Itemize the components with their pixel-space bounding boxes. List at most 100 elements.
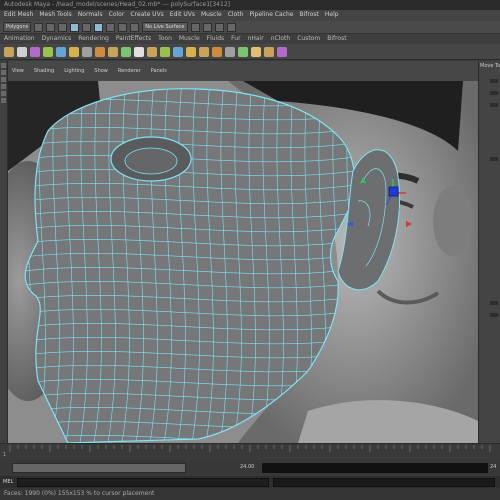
shelf-tool-icon[interactable]: [17, 46, 27, 57]
menu-item-color[interactable]: Color: [109, 11, 125, 20]
shelf-tab-rendering[interactable]: Rendering: [78, 35, 109, 43]
help-line: Faces: 1990 (0%) 155x153 % to cursor pla…: [0, 488, 500, 500]
shelf-tab-nhair[interactable]: nHair: [248, 35, 264, 43]
shelf-tool-icon[interactable]: [56, 46, 66, 57]
shelf-tool-icon[interactable]: [4, 46, 14, 57]
menu-item-edit-mesh[interactable]: Edit Mesh: [4, 11, 33, 20]
menu-set-dropdown[interactable]: Polygons: [3, 22, 32, 32]
lasso-tool-icon[interactable]: [1, 70, 6, 75]
select-by-hierarchy-icon[interactable]: [70, 22, 80, 32]
range-end-field[interactable]: 24.00: [240, 464, 254, 470]
new-scene-icon[interactable]: [34, 22, 44, 32]
channel-field[interactable]: [490, 79, 498, 83]
channel-field[interactable]: [490, 91, 498, 95]
command-line: MEL: [0, 476, 500, 488]
command-input[interactable]: [17, 477, 270, 487]
move-tool-icon[interactable]: [1, 84, 6, 89]
menu-item-cloth[interactable]: Cloth: [228, 11, 244, 20]
render-settings-icon[interactable]: [226, 22, 236, 32]
snap-point-icon[interactable]: [130, 22, 140, 32]
channel-box-title: Move Tool: [480, 63, 500, 69]
range-end-value: 24: [490, 464, 497, 470]
shelf-tool-icon[interactable]: [212, 46, 222, 57]
menu-item-create-uvs[interactable]: Create UVs: [130, 11, 163, 20]
shelf-tab-fluids[interactable]: Fluids: [207, 35, 225, 43]
shelf-tool-icon[interactable]: [30, 46, 40, 57]
viewport-panel-menu: View Shading Lighting Show Renderer Pane…: [8, 61, 478, 81]
range-slider-bar[interactable]: [12, 463, 186, 473]
paint-select-icon[interactable]: [1, 77, 6, 82]
shelf-tool-icon[interactable]: [121, 46, 131, 57]
shelf-tool-icon[interactable]: [108, 46, 118, 57]
menu-item-pipeline-cache[interactable]: Pipeline Cache: [249, 11, 293, 20]
range-slider: 24.00 24: [0, 460, 500, 476]
menu-item-help[interactable]: Help: [325, 11, 339, 20]
menu-item-muscle[interactable]: Muscle: [201, 11, 222, 20]
shelf-tab-ncloth[interactable]: nCloth: [271, 35, 291, 43]
time-slider-start: 1: [3, 452, 7, 458]
shelf-tool-icon[interactable]: [251, 46, 261, 57]
shelf-tab-painteffects[interactable]: PaintEffects: [116, 35, 151, 43]
menu-item-mesh-tools[interactable]: Mesh Tools: [39, 11, 71, 20]
shelf-tab-animation[interactable]: Animation: [4, 35, 35, 43]
select-by-component-icon[interactable]: [94, 22, 104, 32]
shelf-tab-bifrost[interactable]: Bifrost: [327, 35, 346, 43]
render-icon[interactable]: [202, 22, 212, 32]
channel-field[interactable]: [490, 103, 498, 107]
perspective-viewport[interactable]: [8, 81, 478, 443]
shelf-tool-icon[interactable]: [82, 46, 92, 57]
save-scene-icon[interactable]: [58, 22, 68, 32]
window-title: Autodesk Maya - /head_model/scenes/Head_…: [4, 1, 230, 8]
shelf-tool-icon[interactable]: [264, 46, 274, 57]
command-line-label: MEL: [3, 479, 14, 485]
channel-field[interactable]: [490, 313, 498, 317]
scale-tool-icon[interactable]: [1, 98, 6, 103]
shelf-tool-icon[interactable]: [173, 46, 183, 57]
channel-box: Move Tool: [478, 61, 500, 443]
reference-photo-ear-right: [433, 186, 473, 256]
shelf-tool-icon[interactable]: [160, 46, 170, 57]
status-line: Polygons No Live Surface: [0, 21, 500, 34]
menu-item-bifrost[interactable]: Bifrost: [299, 11, 318, 20]
shelf-tool-icon[interactable]: [199, 46, 209, 57]
command-result: [273, 477, 496, 487]
shelf-tool-icon[interactable]: [277, 46, 287, 57]
shelf-tab-toon[interactable]: Toon: [158, 35, 172, 43]
select-tool-icon[interactable]: [1, 63, 6, 68]
menu-item-edit-uvs[interactable]: Edit UVs: [170, 11, 195, 20]
panel-menu-view[interactable]: View: [12, 68, 24, 74]
panel-menu-shading[interactable]: Shading: [34, 68, 54, 74]
render-view-icon[interactable]: [190, 22, 200, 32]
panel-menu-panels[interactable]: Panels: [151, 68, 167, 74]
panel-menu-show[interactable]: Show: [94, 68, 108, 74]
shelf-tool-icon[interactable]: [95, 46, 105, 57]
rotate-tool-icon[interactable]: [1, 91, 6, 96]
shelf-tab-muscle[interactable]: Muscle: [179, 35, 200, 43]
channel-field[interactable]: [490, 301, 498, 305]
time-slider[interactable]: 1: [0, 443, 500, 460]
shelf-buttons: [0, 44, 500, 60]
channel-field[interactable]: [490, 157, 498, 161]
panel-menu-renderer[interactable]: Renderer: [118, 68, 141, 74]
ipr-render-icon[interactable]: [214, 22, 224, 32]
live-surface-field[interactable]: No Live Surface: [142, 22, 188, 32]
shelf-tool-icon[interactable]: [69, 46, 79, 57]
shelf-tab-fur[interactable]: Fur: [231, 35, 240, 43]
panel-menu-lighting[interactable]: Lighting: [64, 68, 84, 74]
shelf-tool-icon[interactable]: [147, 46, 157, 57]
shelf-tool-icon[interactable]: [134, 46, 144, 57]
window-title-bar: Autodesk Maya - /head_model/scenes/Head_…: [0, 0, 500, 10]
menu-item-normals[interactable]: Normals: [78, 11, 103, 20]
open-scene-icon[interactable]: [46, 22, 56, 32]
snap-curve-icon[interactable]: [118, 22, 128, 32]
select-by-object-icon[interactable]: [82, 22, 92, 32]
shelf-tool-icon[interactable]: [43, 46, 53, 57]
shelf-tool-icon[interactable]: [225, 46, 235, 57]
shelf-tab-custom[interactable]: Custom: [297, 35, 320, 43]
shelf-tool-icon[interactable]: [238, 46, 248, 57]
playback-controls[interactable]: [262, 463, 488, 473]
snap-grid-icon[interactable]: [106, 22, 116, 32]
shelf-tabs: Animation Dynamics Rendering PaintEffect…: [0, 34, 500, 44]
shelf-tab-dynamics[interactable]: Dynamics: [42, 35, 72, 43]
shelf-tool-icon[interactable]: [186, 46, 196, 57]
